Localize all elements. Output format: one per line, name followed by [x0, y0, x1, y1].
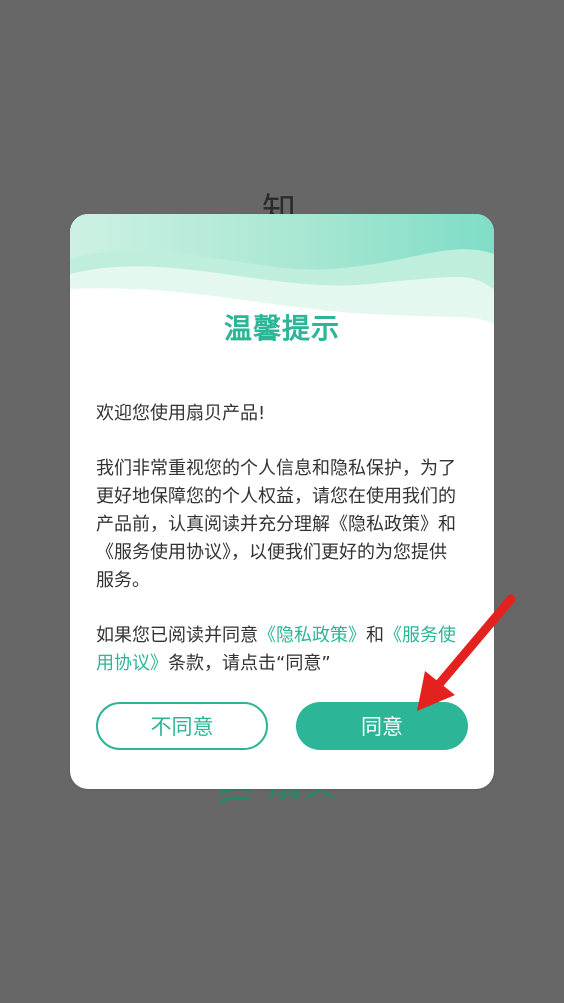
- disagree-button[interactable]: 不同意: [96, 702, 268, 750]
- agree-button[interactable]: 同意: [296, 702, 468, 750]
- consent-text: 如果您已阅读并同意《隐私政策》和《服务使用协议》条款，请点击“同意”: [96, 622, 462, 678]
- privacy-policy-link[interactable]: 《隐私政策》: [258, 625, 366, 646]
- consent-prefix: 如果您已阅读并同意: [96, 625, 258, 646]
- welcome-text: 欢迎您使用扇贝产品!: [96, 403, 266, 424]
- consent-suffix: 条款，请点击“同意”: [168, 653, 331, 674]
- privacy-dialog: 温馨提示 欢迎您使用扇贝产品! 我们非常重视您的个人信息和隐私保护，为了更好地保…: [70, 214, 494, 789]
- dialog-title: 温馨提示: [223, 312, 340, 345]
- dialog-body: 欢迎您使用扇贝产品! 我们非常重视您的个人信息和隐私保护，为了更好地保障您的个人…: [96, 400, 462, 705]
- consent-and: 和: [366, 625, 384, 646]
- privacy-description: 我们非常重视您的个人信息和隐私保护，为了更好地保障您的个人权益，请您在使用我们的…: [96, 458, 456, 591]
